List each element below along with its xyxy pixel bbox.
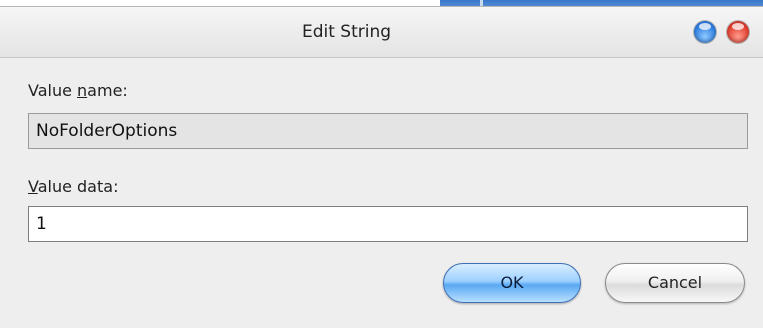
blue-orb-icon[interactable] bbox=[694, 21, 716, 43]
edit-string-dialog: Edit String Value name: NoFolderOptions … bbox=[0, 6, 763, 328]
value-data-label-suffix: alue data: bbox=[37, 177, 119, 196]
ok-button[interactable]: OK bbox=[443, 263, 581, 303]
dialog-title: Edit String bbox=[301, 22, 392, 42]
value-name-field[interactable]: NoFolderOptions bbox=[28, 113, 748, 149]
value-data-label-accesskey: V bbox=[28, 177, 38, 196]
title-bar[interactable]: Edit String bbox=[0, 7, 763, 58]
value-name-label-suffix: ame: bbox=[87, 81, 128, 100]
value-data-input[interactable] bbox=[36, 207, 747, 241]
value-data-label: Value data: bbox=[28, 177, 118, 196]
value-name-label-accesskey: n bbox=[77, 81, 88, 100]
value-name-text: NoFolderOptions bbox=[36, 121, 178, 141]
screen: Edit String Value name: NoFolderOptions … bbox=[0, 0, 763, 328]
cancel-button[interactable]: Cancel bbox=[605, 263, 745, 303]
close-icon[interactable] bbox=[727, 21, 749, 43]
value-name-label: Value name: bbox=[28, 81, 128, 100]
value-name-label-prefix: Value bbox=[28, 81, 78, 100]
value-data-field-box bbox=[28, 206, 748, 242]
